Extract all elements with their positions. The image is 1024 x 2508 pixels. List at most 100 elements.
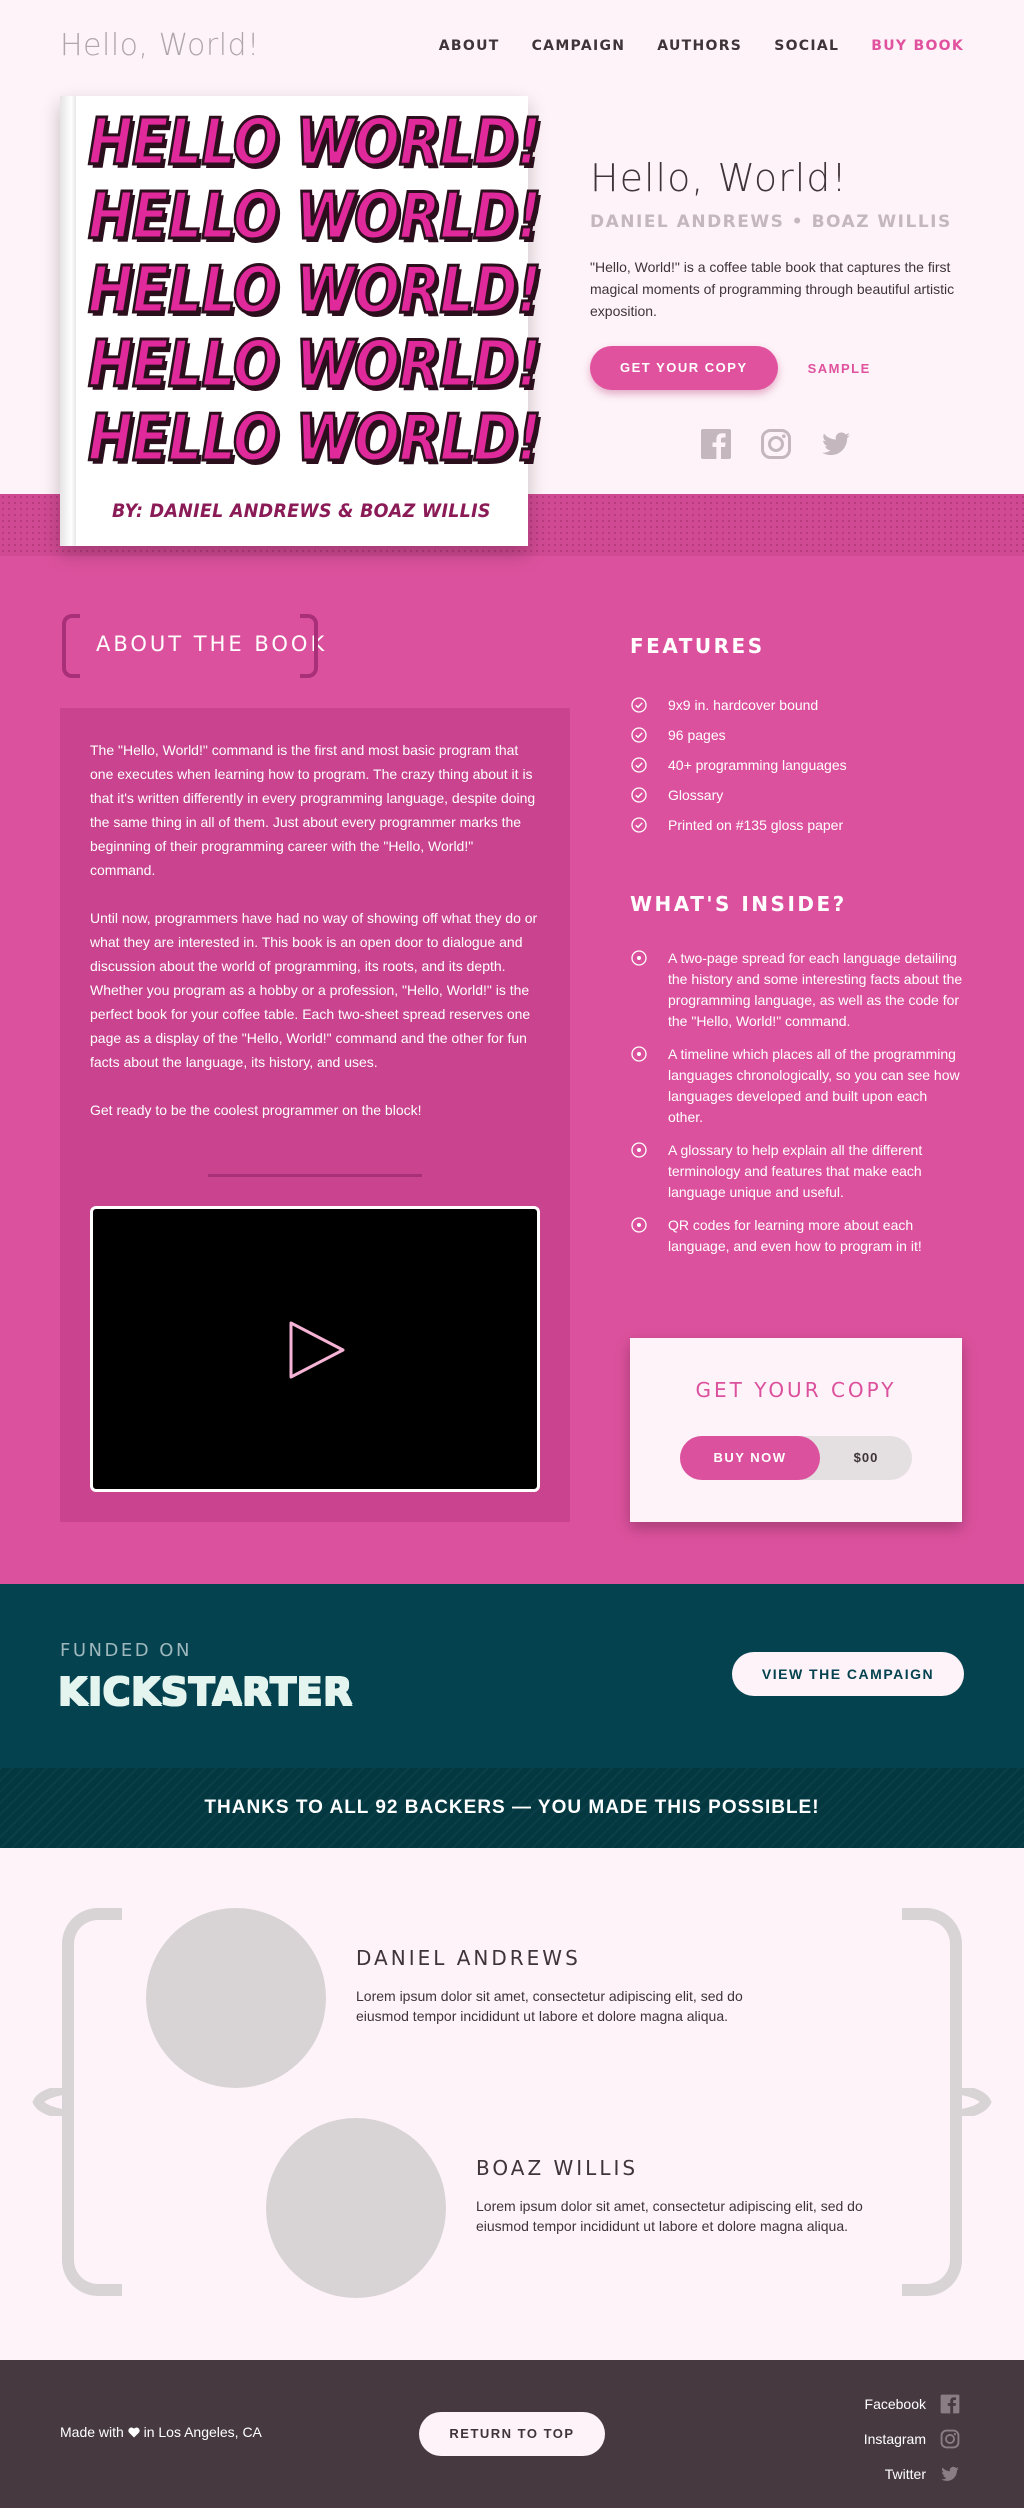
- facebook-label: Facebook: [864, 2395, 926, 2412]
- buy-card-title: GET YOUR COPY: [695, 1378, 897, 1402]
- feature-text: 96 pages: [668, 727, 726, 743]
- site-footer: Made with in Los Angeles, CA RETURN TO T…: [0, 2360, 1024, 2508]
- nav-buy-book[interactable]: BUY BOOK: [871, 38, 964, 54]
- features-list: 9x9 in. hardcover bound 96 pages 40+ pro…: [630, 690, 847, 840]
- circle-dot-icon: [631, 1142, 647, 1158]
- circle-dot-icon: [631, 950, 647, 966]
- nav-authors[interactable]: AUTHORS: [657, 38, 742, 54]
- book-spine: [60, 96, 76, 546]
- get-your-copy-button[interactable]: GET YOUR COPY: [590, 346, 778, 390]
- about-card: The "Hello, World!" command is the first…: [60, 708, 570, 1522]
- author-bio: Lorem ipsum dolor sit amet, consectetur …: [356, 1988, 743, 2024]
- facebook-icon: [940, 2394, 960, 2414]
- whats-inside-title: WHAT'S INSIDE?: [630, 892, 847, 916]
- check-circle-icon: [631, 817, 647, 833]
- site-header: Hello, World! ABOUT CAMPAIGN AUTHORS SOC…: [0, 0, 1024, 96]
- circle-dot-icon: [631, 1217, 647, 1233]
- footer-facebook-link[interactable]: Facebook: [864, 2386, 960, 2421]
- main-nav: ABOUT CAMPAIGN AUTHORS SOCIAL BUY BOOK: [439, 38, 964, 54]
- inside-item: QR codes for learning more about each la…: [630, 1215, 966, 1257]
- twitter-label: Twitter: [884, 2465, 926, 2482]
- check-circle-icon: [631, 727, 647, 743]
- video-player[interactable]: [90, 1206, 540, 1492]
- hero-title: Hello, World!: [590, 156, 848, 200]
- cover-authors: BY: DANIEL ANDREWS & BOAZ WILLIS: [112, 500, 491, 522]
- check-circle-icon: [631, 787, 647, 803]
- feature-text: 9x9 in. hardcover bound: [668, 697, 819, 713]
- nav-campaign[interactable]: CAMPAIGN: [532, 38, 626, 54]
- about-title: ABOUT THE BOOK: [96, 632, 328, 656]
- author-name: DANIEL ANDREWS: [356, 1946, 581, 1970]
- about-paragraph: The "Hello, World!" command is the first…: [90, 742, 536, 878]
- twitter-icon[interactable]: [820, 428, 852, 460]
- inside-item: A two-page spread for each language deta…: [630, 948, 966, 1032]
- book-cover-image: HELLO WORLD! HELLO WORLD! HELLO WORLD! H…: [60, 96, 543, 546]
- view-campaign-button[interactable]: VIEW THE CAMPAIGN: [732, 1652, 964, 1696]
- made-with-text: Made with in Los Angeles, CA: [60, 2424, 262, 2440]
- feature-item: Glossary: [630, 780, 847, 810]
- sample-link[interactable]: SAMPLE: [808, 361, 871, 376]
- check-circle-icon: [631, 697, 647, 713]
- left-curly-brace: [62, 1908, 122, 2296]
- play-icon[interactable]: [283, 1317, 349, 1383]
- inside-item: A glossary to help explain all the diffe…: [630, 1140, 966, 1203]
- cover-lettering: HELLO WORLD! HELLO WORLD! HELLO WORLD! H…: [87, 105, 543, 478]
- footer-instagram-link[interactable]: Instagram: [864, 2421, 960, 2456]
- avatar: [146, 1908, 326, 2088]
- about-text: The "Hello, World!" command is the first…: [90, 738, 542, 1146]
- avatar: [266, 2118, 446, 2298]
- facebook-icon[interactable]: [700, 428, 732, 460]
- inside-text: A timeline which places all of the progr…: [668, 1046, 960, 1125]
- right-bracket: [300, 614, 318, 678]
- divider: [208, 1174, 422, 1177]
- buy-now-button[interactable]: BUY NOW: [680, 1436, 820, 1480]
- funded-on-label: FUNDED ON: [60, 1640, 192, 1661]
- inside-text: A two-page spread for each language deta…: [668, 950, 963, 1029]
- buy-button-group: BUY NOW $00: [680, 1436, 912, 1480]
- circle-dot-icon: [631, 1046, 647, 1062]
- cover-line: HELLO WORLD!: [87, 327, 543, 404]
- cover-line: HELLO WORLD!: [87, 105, 543, 182]
- backers-banner: THANKS TO ALL 92 BACKERS — YOU MADE THIS…: [0, 1768, 1024, 1848]
- hero-authors: DANIEL ANDREWS • BOAZ WILLIS: [590, 212, 952, 232]
- hero-description: "Hello, World!" is a coffee table book t…: [590, 259, 955, 319]
- hero-actions: GET YOUR COPY SAMPLE: [590, 346, 970, 390]
- inside-text: QR codes for learning more about each la…: [668, 1217, 922, 1254]
- hero-info: Hello, World! DANIEL ANDREWS • BOAZ WILL…: [590, 156, 970, 390]
- about-paragraph: Until now, programmers have had no way o…: [90, 910, 538, 1070]
- nav-social[interactable]: SOCIAL: [774, 38, 839, 54]
- left-bracket: [62, 614, 80, 678]
- instagram-label: Instagram: [863, 2430, 926, 2447]
- feature-item: 40+ programming languages: [630, 750, 847, 780]
- instagram-icon: [940, 2429, 960, 2449]
- author-name: BOAZ WILLIS: [476, 2156, 639, 2180]
- inside-text: A glossary to help explain all the diffe…: [668, 1142, 923, 1200]
- left-brace-tip: [32, 2088, 62, 2116]
- site-logo[interactable]: Hello, World!: [60, 28, 260, 63]
- twitter-icon: [940, 2464, 960, 2484]
- kickstarter-logo: KICKSTARTER: [58, 1670, 353, 1714]
- features-title: FEATURES: [630, 634, 765, 658]
- instagram-icon[interactable]: [760, 428, 792, 460]
- backers-thanks-text: THANKS TO ALL 92 BACKERS — YOU MADE THIS…: [204, 1797, 820, 1818]
- hero-social-links: [700, 428, 852, 460]
- feature-item: 96 pages: [630, 720, 847, 750]
- about-paragraph: Get ready to be the coolest programmer o…: [90, 1102, 422, 1118]
- right-brace-tip: [962, 2088, 992, 2116]
- cover-line: HELLO WORLD!: [87, 401, 543, 478]
- cover-line: HELLO WORLD!: [87, 253, 543, 330]
- feature-item: 9x9 in. hardcover bound: [630, 690, 847, 720]
- author-bio: Lorem ipsum dolor sit amet, consectetur …: [476, 2198, 863, 2234]
- about-heading: ABOUT THE BOOK: [62, 614, 324, 678]
- nav-about[interactable]: ABOUT: [439, 38, 500, 54]
- feature-item: Printed on #135 gloss paper: [630, 810, 847, 840]
- made-suffix: in Los Angeles, CA: [143, 2424, 262, 2440]
- cover-line: HELLO WORLD!: [87, 179, 543, 256]
- right-curly-brace: [902, 1908, 962, 2296]
- return-to-top-button[interactable]: RETURN TO TOP: [419, 2412, 605, 2456]
- heart-icon: [128, 2427, 140, 2438]
- inside-item: A timeline which places all of the progr…: [630, 1044, 966, 1128]
- footer-twitter-link[interactable]: Twitter: [864, 2456, 960, 2491]
- whats-inside-list: A two-page spread for each language deta…: [630, 948, 966, 1269]
- price-label: $00: [853, 1450, 879, 1465]
